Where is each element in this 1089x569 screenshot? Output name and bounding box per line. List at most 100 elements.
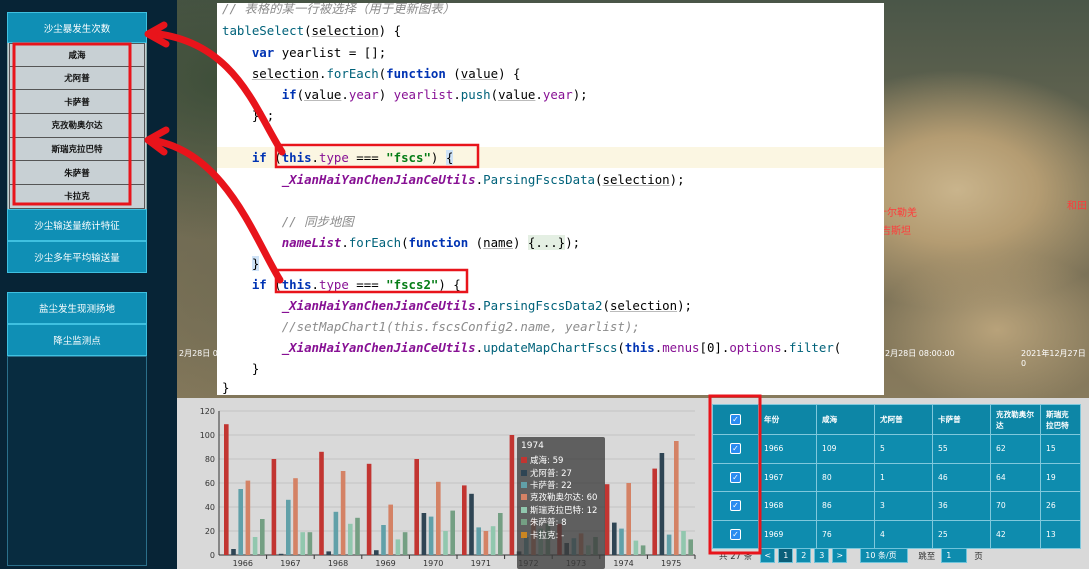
series-color-swatch [521, 519, 527, 526]
table-cell: 80 [816, 462, 875, 492]
bar-chart[interactable]: 0 20 40 60 80 100 120 1966 1967 1968 1969 1970 1971 1… [177, 398, 709, 569]
series-color-swatch [521, 531, 527, 538]
menu-group-salt: 盐尘发生现测扬地 降尘监测点 [7, 292, 147, 566]
series-color-swatch [521, 481, 527, 488]
tooltip-title: 1974 [521, 441, 544, 451]
table-row[interactable]: ✓ 1967 80 1 46 64 19 [712, 462, 1081, 492]
station-item[interactable]: 尤阿普 [9, 66, 145, 91]
bar-chart-svg: 0 20 40 60 80 100 120 1966 1967 1968 1969 1970 1971 1… [200, 407, 696, 568]
pager-page-button[interactable]: 1 [778, 548, 794, 563]
column-header[interactable]: 克孜勒奥尔达 [990, 404, 1041, 435]
menu-dust-transport-stats[interactable]: 沙尘输送量统计特征 [7, 208, 147, 241]
pager-page-button[interactable]: 3 [814, 548, 830, 563]
code-line: // 同步地图 [281, 214, 354, 229]
row-checkbox[interactable]: ✓ [730, 528, 741, 540]
select-all-checkbox[interactable]: ✓ [730, 414, 741, 425]
pager-jump-input[interactable]: 1 [941, 548, 968, 563]
pagination: 共 27 条 < 1 2 3 > 10 条/页 跳至 1 页 [719, 548, 983, 563]
x-tick-label: 1966 [233, 559, 253, 568]
table-cell: 1968 [758, 491, 817, 521]
bar-3 [238, 489, 243, 555]
column-header[interactable]: 斯瑞克拉巴特 [1040, 404, 1081, 435]
bar-5 [395, 539, 401, 555]
code-line: // 表格的某一行被选择（用于更新图表） [222, 3, 456, 16]
bar-2 [659, 453, 665, 555]
bar-3 [381, 525, 386, 555]
menu-group-dust: 沙尘暴发生次数 咸海 尤阿普 卡萨普 克孜勒奥尔达 斯瑞克拉巴特 朱萨普 卡拉克… [7, 12, 147, 273]
menu-dustfall-station[interactable]: 降尘监测点 [7, 324, 147, 356]
table-cell: 64 [990, 462, 1041, 492]
column-header[interactable]: 咸海 [816, 404, 875, 435]
bar-6 [450, 510, 455, 555]
bar-5 [490, 526, 496, 555]
station-list: 咸海 尤阿普 卡萨普 克孜勒奥尔达 斯瑞克拉巴特 朱萨普 卡拉克 [7, 43, 147, 209]
y-tick-label: 60 [205, 479, 215, 488]
bar-2 [326, 551, 331, 555]
series-color-swatch [521, 469, 527, 476]
bar-1 [366, 463, 372, 555]
table-cell: 19 [1040, 462, 1081, 492]
x-tick-label: 1971 [471, 559, 491, 568]
row-checkbox[interactable]: ✓ [730, 471, 741, 483]
table-cell: 26 [1040, 491, 1081, 521]
bar-1 [414, 459, 419, 555]
code-line: }); [222, 108, 275, 123]
column-header[interactable]: 年份 [758, 404, 817, 435]
bar-5 [300, 532, 305, 555]
column-header[interactable]: 卡萨普 [932, 404, 991, 435]
y-tick-label: 40 [205, 503, 215, 512]
row-select-cell[interactable]: ✓ [712, 519, 759, 549]
sidebar: 沙尘暴发生次数 咸海 尤阿普 卡萨普 克孜勒奥尔达 斯瑞克拉巴特 朱萨普 卡拉克… [0, 0, 177, 569]
code-line: if (this.type === "fscs2") { [251, 277, 461, 292]
bar-6 [640, 545, 646, 555]
table-cell: 109 [816, 434, 875, 464]
column-header[interactable]: 尤阿普 [874, 404, 933, 435]
table-row[interactable]: ✓ 1969 76 4 25 42 13 [712, 519, 1081, 549]
bar-4 [293, 478, 298, 555]
bar-3 [428, 516, 434, 555]
row-select-cell[interactable]: ✓ [712, 462, 759, 492]
station-item[interactable]: 克孜勒奥尔达 [9, 114, 145, 138]
station-item[interactable]: 咸海 [9, 43, 145, 67]
code-line: selection.forEach(function (value) { [251, 66, 521, 81]
code-editor[interactable]: // 表格的某一行被选择（用于更新图表） tableSelect(selecti… [217, 3, 884, 395]
tooltip-row-label: 朱萨普: 8 [530, 518, 567, 529]
tooltip-row: 卡拉克: - [521, 528, 601, 541]
pager-next-button[interactable]: > [832, 548, 848, 563]
menu-panel-body [7, 356, 147, 566]
series-color-swatch [521, 494, 527, 501]
menu-dust-count[interactable]: 沙尘暴发生次数 [7, 12, 147, 43]
menu-dust-avg-transport[interactable]: 沙尘多年平均输送量 [7, 240, 147, 273]
bar-5 [633, 540, 639, 555]
table-row[interactable]: ✓ 1968 86 3 36 70 26 [712, 491, 1081, 521]
row-checkbox[interactable]: ✓ [730, 500, 741, 512]
x-tick-label: 1969 [375, 559, 395, 568]
code-line: nameList.forEach(function (name) {...}); [281, 235, 581, 250]
page-size-select[interactable]: 10 条/页 [860, 548, 909, 563]
station-item[interactable]: 斯瑞克拉巴特 [9, 137, 145, 162]
station-item[interactable]: 卡萨普 [9, 90, 145, 115]
select-all-cell[interactable]: ✓ [712, 404, 759, 435]
bar-1 [319, 451, 324, 555]
table-row[interactable]: ✓ 1966 109 5 55 62 15 [712, 434, 1081, 464]
tooltip-row: 尤阿普: 27 [521, 466, 601, 479]
menu-salt-dust-site[interactable]: 盐尘发生现测扬地 [7, 292, 147, 324]
pager-prev-button[interactable]: < [760, 548, 776, 563]
row-select-cell[interactable]: ✓ [712, 491, 759, 521]
x-tick-label: 1975 [661, 559, 681, 568]
x-tick-label: 1974 [613, 559, 633, 568]
bar-3 [333, 511, 339, 555]
bar-4 [674, 441, 679, 555]
table-cell: 62 [990, 434, 1041, 464]
bar-4 [483, 531, 489, 555]
row-select-cell[interactable]: ✓ [712, 434, 759, 464]
tooltip-row: 朱萨普: 8 [521, 516, 601, 528]
tooltip-row: 斯瑞克拉巴特: 12 [521, 504, 601, 516]
row-checkbox[interactable]: ✓ [730, 443, 741, 455]
bar-4 [245, 480, 251, 555]
bar-1 [224, 424, 229, 555]
pager-page-button[interactable]: 2 [796, 548, 812, 563]
station-item[interactable]: 卡拉克 [9, 185, 145, 209]
series-color-swatch [521, 506, 527, 513]
station-item[interactable]: 朱萨普 [9, 161, 145, 186]
